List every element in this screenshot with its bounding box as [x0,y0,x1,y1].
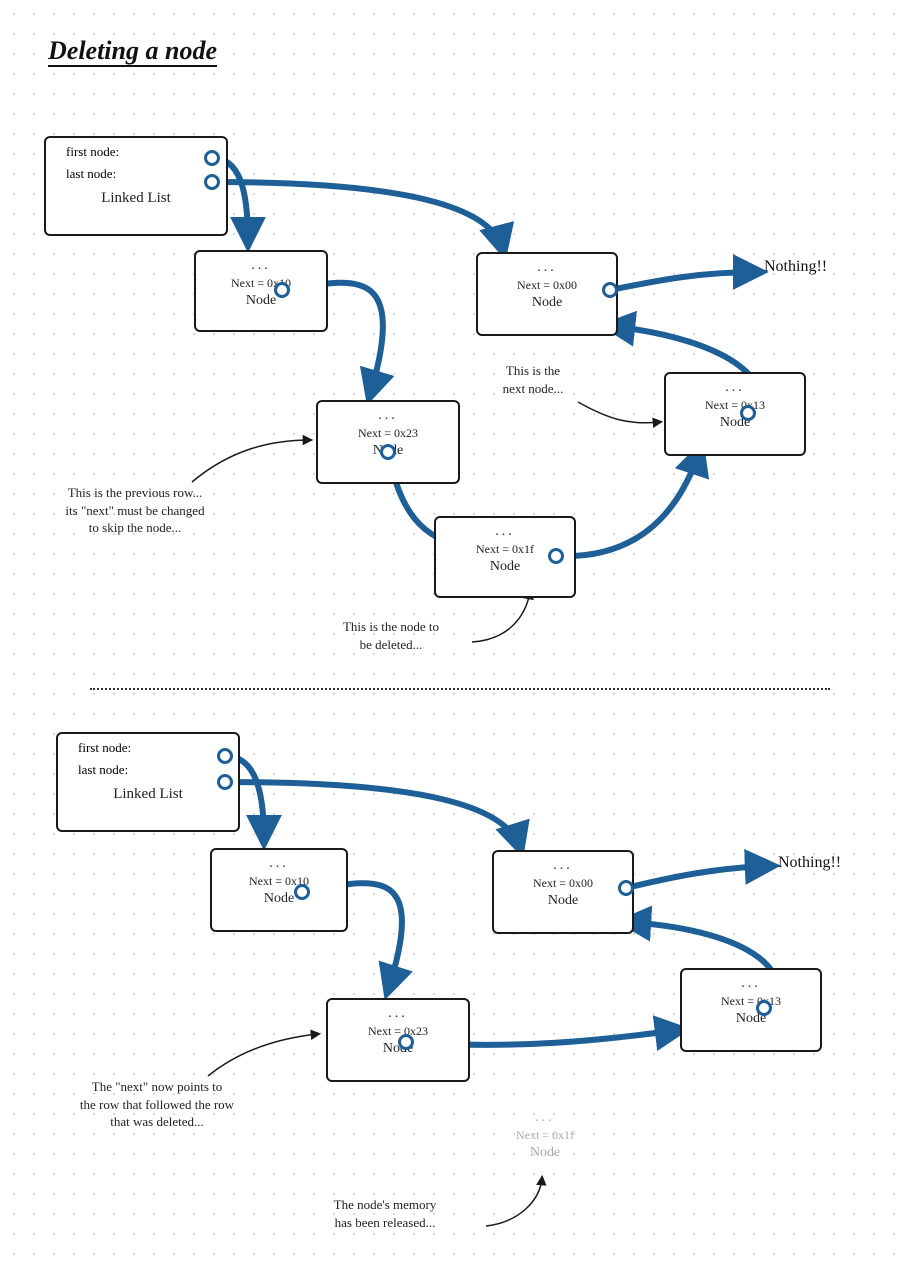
node-next: Next = 0x10 [212,872,346,891]
node-label: Node [666,415,804,435]
node-dots: ... [682,970,820,992]
node-dots: ... [470,1110,620,1126]
node-dots: ... [318,402,458,424]
node-dots: ... [436,518,574,540]
node-3-p1: ... Next = 0x23 Node [316,400,460,484]
last-node-label: last node: [58,756,238,778]
freed-node: ... Next = 0x1f Node [470,1110,620,1161]
node-label: Node [682,1011,820,1031]
first-node-label: first node: [58,734,238,756]
annotation-previous-row: This is the previous row... its "next" m… [30,484,240,537]
annotation-next-node: This is the next node... [478,362,588,397]
annotation-now-points: The "next" now points to the row that fo… [42,1078,272,1131]
node-label: Node [212,891,346,911]
linked-list-label: Linked List [58,778,238,809]
linked-list-box-2: first node: last node: Linked List [56,732,240,832]
nothing-label-1: Nothing!! [764,258,827,276]
first-node-label: first node: [46,138,226,160]
node-next: Next = 0x10 [196,274,326,293]
node-next: Next = 0x00 [478,276,616,295]
node-next: Next = 0x1f [470,1126,620,1145]
node-dots: ... [494,852,632,874]
node-dots: ... [478,254,616,276]
node-label: Node [196,293,326,313]
last-node-label: last node: [46,160,226,182]
node-dots: ... [666,374,804,396]
linked-list-box-1: first node: last node: Linked List [44,136,228,236]
node-next: Next = 0x00 [494,874,632,893]
node-label: Node [494,893,632,913]
node-dots: ... [196,252,326,274]
node-1-p1: ... Next = 0x10 Node [194,250,328,332]
annotation-to-delete: This is the node to be deleted... [296,618,486,653]
linked-list-label: Linked List [46,182,226,213]
node-next: Next = 0x13 [666,396,804,415]
annotation-memory-released: The node's memory has been released... [290,1196,480,1231]
node-5-p1: ... Next = 0x13 Node [664,372,806,456]
node-2-p1: ... Next = 0x00 Node [476,252,618,336]
node-dots: ... [212,850,346,872]
node-5-p2: ... Next = 0x13 Node [680,968,822,1052]
nothing-label-2: Nothing!! [778,854,841,872]
panel-divider [90,688,830,690]
node-2-p2: ... Next = 0x00 Node [492,850,634,934]
node-label: Node [470,1145,620,1161]
node-label: Node [478,295,616,315]
node-next: Next = 0x13 [682,992,820,1011]
node-next: Next = 0x23 [318,424,458,443]
node-dots: ... [328,1000,468,1022]
node-1-p2: ... Next = 0x10 Node [210,848,348,932]
